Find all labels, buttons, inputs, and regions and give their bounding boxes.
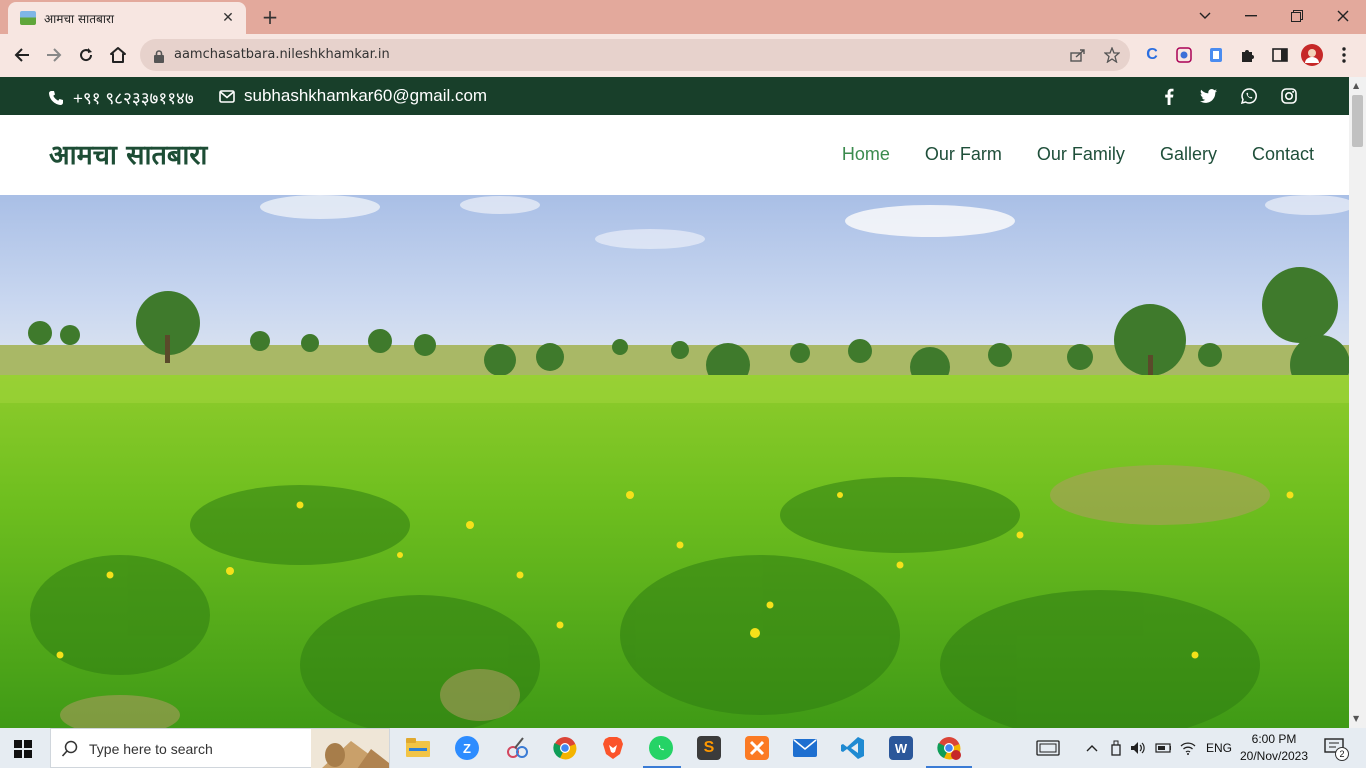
browser-tab-bar: आमचा सातबारा ✕ + — [0, 0, 1366, 34]
url-text[interactable]: aamchasatbara.nileshkhamkar.in — [174, 47, 390, 62]
email-contact[interactable]: subhashkhamkar60@gmail.com — [219, 86, 487, 106]
brave-icon[interactable] — [601, 736, 625, 760]
search-icon — [61, 740, 79, 762]
scroll-up-arrow-icon[interactable]: ▲ — [1353, 81, 1359, 90]
site-logo[interactable]: आमचा सातबारा — [49, 135, 207, 172]
screen-capture-icon[interactable] — [1173, 44, 1195, 66]
taskbar-search-box[interactable]: Type here to search — [50, 728, 390, 768]
clock-time: 6:00 PM — [1251, 732, 1297, 746]
address-bar[interactable]: aamchasatbara.nileshkhamkar.in — [140, 39, 1130, 71]
page-scrollbar[interactable]: ▲ ▼ — [1349, 77, 1366, 728]
windows-taskbar: Type here to search Z S W ENG 6:00 PM 20… — [0, 728, 1366, 768]
start-button[interactable] — [14, 740, 32, 762]
browser-tab[interactable]: आमचा सातबारा ✕ — [8, 2, 246, 34]
xampp-icon[interactable] — [745, 736, 769, 760]
profile-avatar[interactable] — [1301, 44, 1323, 66]
envelope-icon — [219, 89, 235, 103]
nav-gallery[interactable]: Gallery — [1160, 144, 1217, 165]
browser-toolbar: aamchasatbara.nileshkhamkar.in C — [0, 34, 1366, 77]
notification-count-badge: 2 — [1335, 747, 1349, 761]
nav-contact[interactable]: Contact — [1252, 144, 1314, 165]
extension-doc-icon[interactable] — [1205, 44, 1227, 66]
lock-icon[interactable] — [154, 48, 164, 67]
mail-icon[interactable] — [793, 736, 817, 760]
home-button[interactable] — [104, 41, 132, 69]
search-highlight-image — [311, 729, 389, 768]
tab-title: आमचा सातबारा — [44, 12, 115, 26]
extensions-puzzle-icon[interactable] — [1237, 44, 1259, 66]
battery-icon[interactable] — [1155, 740, 1171, 756]
phone-contact[interactable]: +९१ ९८२३३७११४७ — [48, 86, 194, 109]
whatsapp-app-icon[interactable] — [649, 736, 673, 760]
share-icon[interactable] — [1068, 45, 1088, 65]
facebook-icon[interactable] — [1160, 87, 1178, 105]
word-icon[interactable]: W — [889, 736, 913, 760]
site-header: आमचा सातबारा Home Our Farm Our Family Ga… — [0, 115, 1349, 195]
nav-our-farm[interactable]: Our Farm — [925, 144, 1002, 165]
hero-farm-image — [0, 195, 1349, 728]
zoom-icon[interactable]: Z — [455, 736, 479, 760]
site-favicon-icon — [20, 11, 36, 25]
show-hidden-icons-chevron-icon[interactable] — [1084, 740, 1100, 756]
minimize-button[interactable] — [1237, 4, 1265, 28]
scroll-down-arrow-icon[interactable]: ▼ — [1353, 714, 1359, 723]
back-button[interactable] — [8, 41, 36, 69]
vscode-icon[interactable] — [841, 736, 865, 760]
whatsapp-icon[interactable] — [1240, 87, 1258, 105]
close-window-button[interactable] — [1329, 4, 1357, 28]
twitter-icon[interactable] — [1199, 87, 1217, 105]
browser-menu-icon[interactable] — [1333, 44, 1355, 66]
contact-top-bar: +९१ ९८२३३७११४७ subhashkhamkar60@gmail.co… — [0, 77, 1349, 115]
snipping-tool-icon[interactable] — [505, 736, 529, 760]
nav-home[interactable]: Home — [842, 144, 890, 165]
tab-search-chevron-icon[interactable] — [1191, 4, 1219, 28]
extension-c-icon[interactable]: C — [1141, 44, 1163, 66]
notification-center-button[interactable]: 2 — [1324, 738, 1349, 761]
chrome-profile-icon[interactable] — [937, 736, 961, 760]
new-tab-button[interactable]: + — [258, 5, 282, 29]
forward-button[interactable] — [40, 41, 68, 69]
bookmark-star-icon[interactable] — [1102, 45, 1122, 65]
nav-our-family[interactable]: Our Family — [1037, 144, 1125, 165]
scroll-thumb[interactable] — [1352, 95, 1363, 147]
phone-number: +९१ ९८२३३७११४७ — [73, 89, 194, 108]
web-page: +९१ ९८२३३७११४७ subhashkhamkar60@gmail.co… — [0, 77, 1349, 728]
instagram-icon[interactable] — [1280, 87, 1298, 105]
clock-date: 20/Nov/2023 — [1239, 749, 1309, 763]
usb-device-icon[interactable] — [1108, 740, 1124, 756]
chrome-icon[interactable] — [553, 736, 577, 760]
windows-logo-icon — [14, 740, 32, 758]
sublime-text-icon[interactable]: S — [697, 736, 721, 760]
volume-icon[interactable] — [1130, 740, 1146, 756]
phone-icon — [49, 90, 63, 105]
tab-close-icon[interactable]: ✕ — [218, 8, 238, 28]
wifi-icon[interactable] — [1180, 740, 1196, 756]
email-address: subhashkhamkar60@gmail.com — [244, 86, 488, 105]
file-explorer-icon[interactable] — [406, 736, 430, 760]
system-clock[interactable]: 6:00 PM 20/Nov/2023 — [1236, 731, 1312, 765]
search-placeholder: Type here to search — [89, 741, 213, 757]
task-view-keyboard-icon[interactable] — [1036, 740, 1060, 756]
farm-field-illustration — [0, 195, 1349, 728]
restore-button[interactable] — [1283, 4, 1311, 28]
side-panel-icon[interactable] — [1269, 44, 1291, 66]
reload-button[interactable] — [72, 41, 100, 69]
input-language[interactable]: ENG — [1206, 741, 1232, 755]
main-nav: Home Our Farm Our Family Gallery Contact — [842, 144, 1314, 165]
